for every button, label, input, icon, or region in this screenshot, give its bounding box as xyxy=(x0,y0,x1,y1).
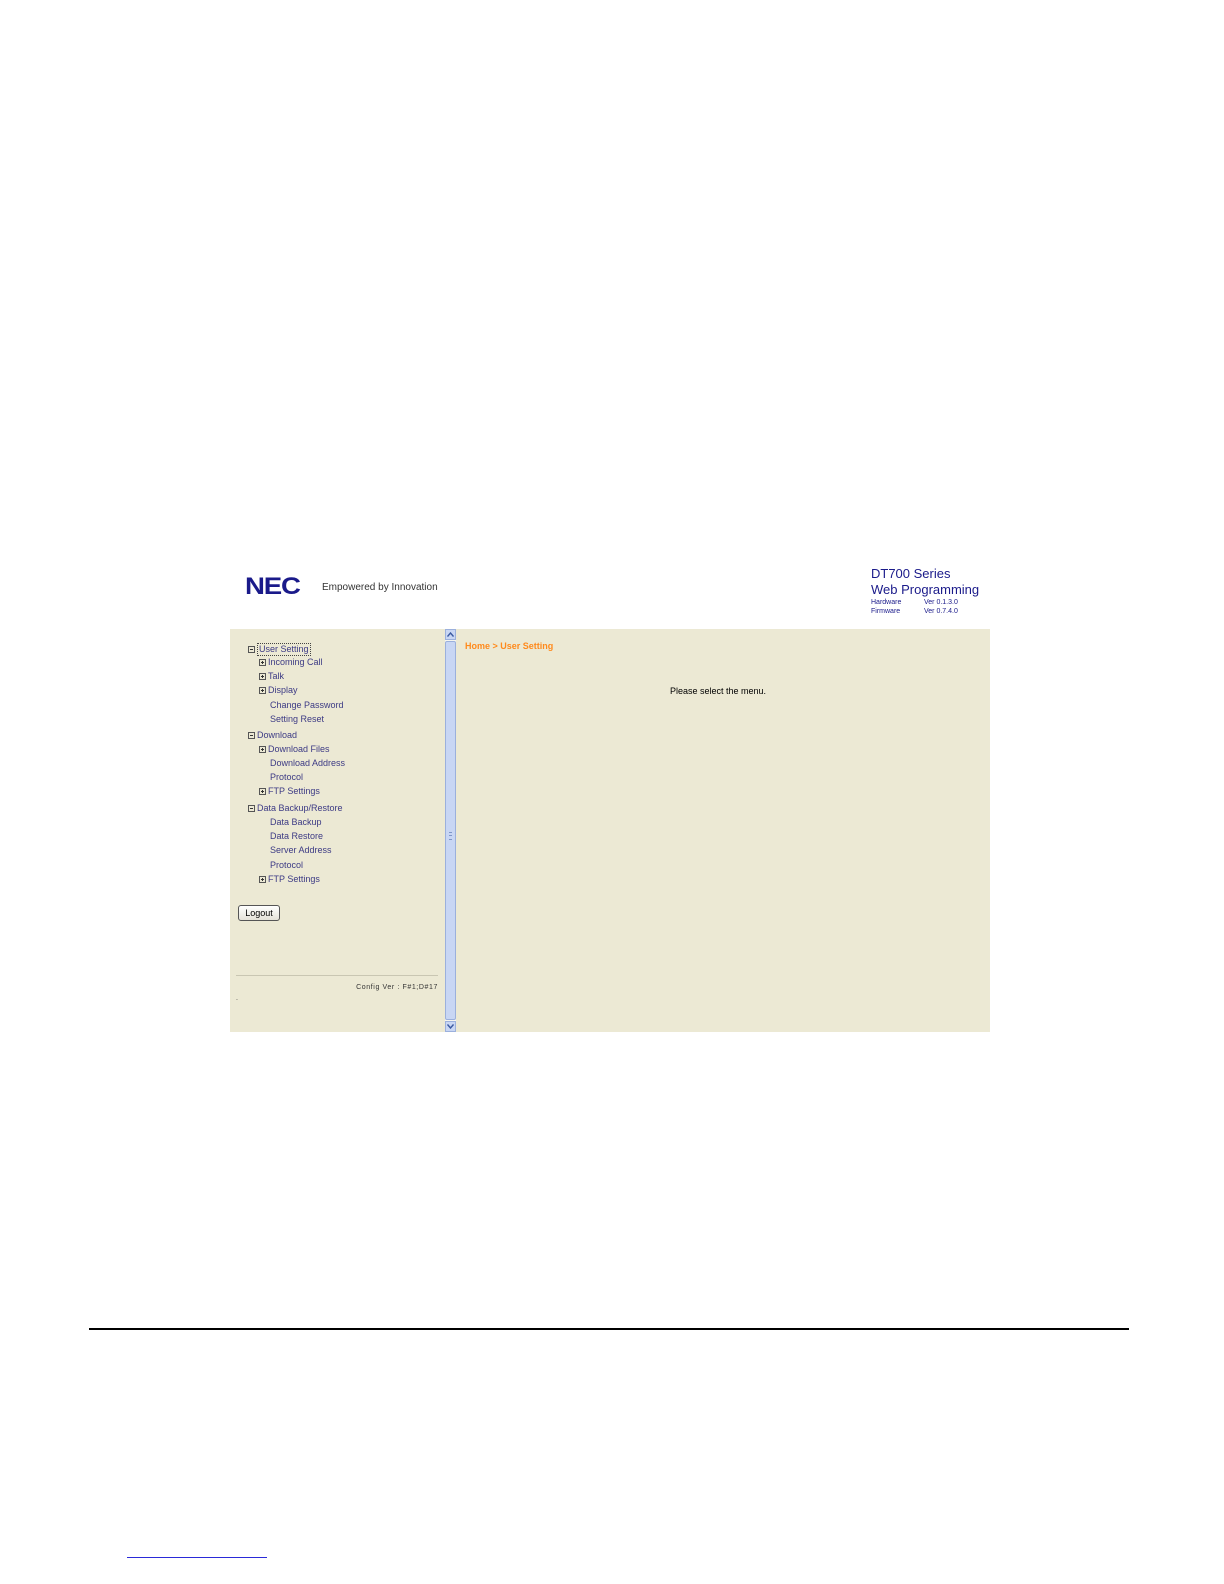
link-underline xyxy=(127,1557,267,1558)
tree-item-label[interactable]: FTP Settings xyxy=(268,874,320,885)
tree-item-incoming-call[interactable]: Incoming Call xyxy=(259,657,323,668)
product-info: DT700 Series Web Programming Hardware Ve… xyxy=(871,566,1001,616)
scroll-thumb[interactable] xyxy=(445,641,456,1020)
tree-item-protocol[interactable]: Protocol xyxy=(270,772,303,783)
page-footer-rule xyxy=(89,1328,1129,1330)
chevron-up-icon xyxy=(447,632,454,637)
tree-item-download-address[interactable]: Download Address xyxy=(270,758,345,769)
tagline: Empowered by Innovation xyxy=(322,582,438,593)
hardware-label: Hardware xyxy=(871,599,902,606)
tree-item-label[interactable]: Data Restore xyxy=(270,831,323,842)
tree-item-setting-reset[interactable]: Setting Reset xyxy=(270,714,324,725)
tree-item-ftp-settings[interactable]: FTP Settings xyxy=(259,786,320,797)
tree-item-label[interactable]: Talk xyxy=(268,671,284,682)
tree-group-data-backup-restore[interactable]: Data Backup/Restore xyxy=(248,803,343,814)
product-series: DT700 Series xyxy=(871,566,951,581)
tree-item-data-backup[interactable]: Data Backup xyxy=(270,817,322,828)
firmware-version: Ver 0.7.4.0 xyxy=(924,608,958,615)
nec-logo: NEC xyxy=(245,573,301,600)
tree-item-ftp-settings[interactable]: FTP Settings xyxy=(259,874,320,885)
expand-icon[interactable] xyxy=(259,788,266,795)
breadcrumb[interactable]: Home > User Setting xyxy=(465,641,553,652)
tree-item-data-restore[interactable]: Data Restore xyxy=(270,831,323,842)
expand-icon[interactable] xyxy=(259,687,266,694)
tree-item-talk[interactable]: Talk xyxy=(259,671,284,682)
tree-group-label[interactable]: Download xyxy=(257,730,297,741)
tree-item-label[interactable]: Protocol xyxy=(270,860,303,871)
tree-item-label[interactable]: Protocol xyxy=(270,772,303,783)
tree-group-label[interactable]: User Setting xyxy=(257,643,311,656)
tree-group-user-setting[interactable]: User Setting xyxy=(248,643,311,656)
grip-icon xyxy=(449,832,452,840)
expand-icon[interactable] xyxy=(259,876,266,883)
tree-item-display[interactable]: Display xyxy=(259,685,298,696)
tree-item-server-address[interactable]: Server Address xyxy=(270,845,332,856)
tree-item-download-files[interactable]: Download Files xyxy=(259,744,330,755)
scroll-up-button[interactable] xyxy=(445,629,456,640)
firmware-version-row: Firmware Ver 0.7.4.0 xyxy=(871,607,1001,616)
tree-item-label[interactable]: Download Address xyxy=(270,758,345,769)
tree-item-label[interactable]: Server Address xyxy=(270,845,332,856)
tree-item-label[interactable]: FTP Settings xyxy=(268,786,320,797)
tree-item-label[interactable]: Data Backup xyxy=(270,817,322,828)
footer-mark: . xyxy=(236,995,238,1002)
scroll-down-button[interactable] xyxy=(445,1021,456,1032)
expand-icon[interactable] xyxy=(259,673,266,680)
tree-group-download[interactable]: Download xyxy=(248,730,297,741)
hardware-version-row: Hardware Ver 0.1.3.0 xyxy=(871,598,1001,607)
chevron-down-icon xyxy=(447,1024,454,1029)
tree-group-label[interactable]: Data Backup/Restore xyxy=(257,803,343,814)
expand-icon[interactable] xyxy=(259,659,266,666)
tree-item-label[interactable]: Setting Reset xyxy=(270,714,324,725)
logout-button[interactable]: Logout xyxy=(238,905,280,921)
tree-item-label[interactable]: Display xyxy=(268,685,298,696)
collapse-icon[interactable] xyxy=(248,646,255,653)
select-menu-message: Please select the menu. xyxy=(669,686,767,696)
tree-item-label[interactable]: Download Files xyxy=(268,744,330,755)
tree-item-change-password[interactable]: Change Password xyxy=(270,700,344,711)
product-app-title: Web Programming xyxy=(871,582,980,597)
tree-item-label[interactable]: Change Password xyxy=(270,700,344,711)
collapse-icon[interactable] xyxy=(248,805,255,812)
firmware-label: Firmware xyxy=(871,608,901,615)
web-programming-frame: User Setting Incoming Call Talk Display … xyxy=(230,629,990,1032)
sidebar-divider xyxy=(236,975,438,976)
tree-item-protocol[interactable]: Protocol xyxy=(270,860,303,871)
sidebar-menu: User Setting Incoming Call Talk Display … xyxy=(230,629,442,1032)
collapse-icon[interactable] xyxy=(248,732,255,739)
config-version: Config Ver : F#1;D#17 xyxy=(356,984,438,991)
sidebar-scrollbar[interactable] xyxy=(445,629,456,1032)
tree-item-label[interactable]: Incoming Call xyxy=(268,657,323,668)
expand-icon[interactable] xyxy=(259,746,266,753)
main-content: Home > User Setting Please select the me… xyxy=(458,629,990,1032)
hardware-version: Ver 0.1.3.0 xyxy=(924,599,958,606)
